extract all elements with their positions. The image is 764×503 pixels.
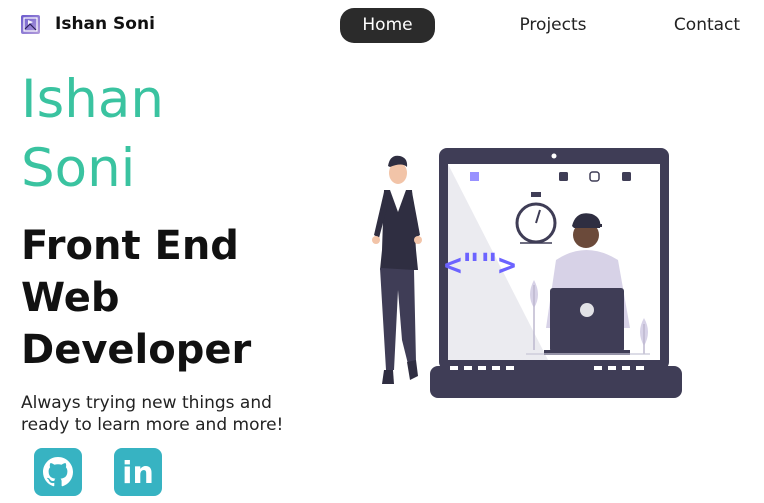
github-small-icon [622,172,631,181]
tagline-line-2: ready to learn more and more! [21,415,284,435]
linkedin-link[interactable]: in [114,448,162,496]
hero-role-line-3: Developer [21,327,252,373]
hero-role-line-1: Front End [21,223,239,269]
hero-name-last: Soni [21,138,136,199]
linkedin-icon: in [122,456,154,491]
nav-projects[interactable]: Projects [510,8,596,43]
brand-name[interactable]: Ishan Soni [55,14,155,34]
screen-logo-icon [470,172,479,181]
twitter-icon [559,172,568,181]
github-link[interactable] [34,448,82,496]
developer-illustration: <""> [330,140,700,410]
code-brackets-icon: <""> [444,248,516,283]
hero-role: Front End Web Developer [21,220,341,376]
developer-illustration-svg: <""> [372,148,682,398]
nav-home[interactable]: Home [340,8,435,43]
hero-name-first: Ishan [21,69,164,130]
linkedin-text: in [122,456,154,491]
tagline-line-1: Always trying new things and [21,393,272,413]
standing-man-figure [372,155,422,384]
hero-tagline: Always trying new things and ready to le… [21,392,321,436]
navbar: Ishan Soni Home Projects Contact [0,0,764,50]
hero-name: Ishan Soni [21,65,281,203]
github-icon [43,457,73,487]
portrait-logo-icon[interactable] [21,15,40,34]
hero-role-line-2: Web [21,275,120,321]
nav-contact[interactable]: Contact [668,8,746,43]
